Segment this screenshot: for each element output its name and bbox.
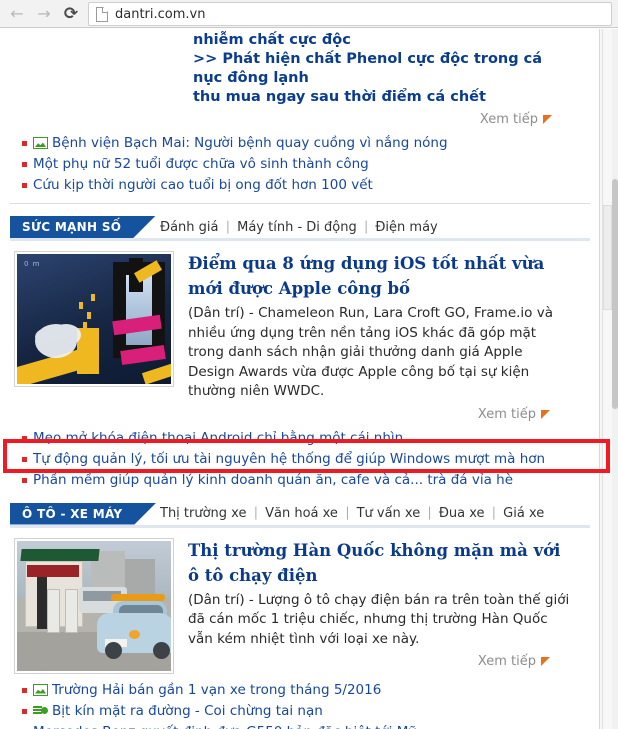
page-canvas: nhiễm chất cực độc >> Phát hiện chất Phe…: [0, 29, 600, 729]
reload-icon[interactable]: ⟳: [60, 3, 82, 25]
art-signboard: [27, 564, 79, 577]
link-separator: │: [490, 507, 498, 520]
address-bar[interactable]: dantri.com.vn: [88, 2, 612, 26]
read-more-label: Xem tiếp: [479, 112, 538, 127]
feature-body-auto: Thị trường Hàn Quốc không mặn mà với ô t…: [174, 538, 590, 674]
list-item-label: Bịt kín mặt ra đường - Coi chừng tai nạn: [52, 702, 323, 719]
sidebar-item-tu-van-xe[interactable]: Tư vấn xe: [357, 506, 421, 521]
tech-news-list: Mẹo mở khóa điện thoại Android chỉ bằng …: [8, 428, 592, 491]
list-item-label: Cứu kịp thời người cao tuổi bị ong đốt h…: [33, 177, 373, 193]
back-arrow-icon[interactable]: ←: [6, 3, 28, 25]
inner-scrollbar-thumb[interactable]: [603, 205, 612, 310]
art-shape-spark: [91, 294, 95, 301]
link-separator: │: [224, 220, 232, 234]
top-teaser-block: nhiễm chất cực độc >> Phát hiện chất Phe…: [8, 29, 592, 127]
list-item[interactable]: Một phụ nữ 52 tuổi được chữa vô sinh thà…: [22, 154, 592, 175]
forward-arrow-icon[interactable]: →: [33, 3, 55, 25]
feature-body-tech: Điểm qua 8 ứng dụng iOS tốt nhất vừa mới…: [174, 251, 590, 422]
section-links-tech: Đánh giá │ Máy tính - Di động │ Điện máy: [10, 216, 438, 238]
read-more-arrow-icon: [541, 657, 550, 666]
list-item-highlighted[interactable]: Phần mềm giúp quản lý kinh doanh quán ăn…: [22, 470, 592, 491]
list-item-label: Phần mềm giúp quản lý kinh doanh quán ăn…: [33, 471, 514, 488]
list-item-label: Mercedes-Benz quyết định đưa G550 bản đặ…: [33, 724, 416, 729]
read-more-arrow-icon: [541, 409, 550, 419]
list-item-label: Mẹo mở khóa điện thoại Android chỉ bằng …: [33, 429, 404, 446]
divider: [10, 203, 590, 204]
photo-icon: [33, 683, 48, 696]
sidebar-item-gia-xe[interactable]: Giá xe: [503, 506, 544, 521]
page-content: nhiễm chất cực độc >> Phát hiện chất Phe…: [0, 29, 600, 729]
list-item[interactable]: Mercedes-Benz quyết định đưa G550 bản đặ…: [22, 722, 592, 729]
art-building: [125, 558, 155, 595]
feature-title-tech[interactable]: Điểm qua 8 ứng dụng iOS tốt nhất vừa mới…: [188, 251, 572, 301]
link-separator: │: [362, 220, 370, 234]
read-more-link-tech[interactable]: Xem tiếp: [188, 407, 572, 422]
section-header-tech: SỨC MẠNH SỐ Đánh giá │ Máy tính - Di độn…: [10, 216, 590, 241]
browser-toolbar: ← → ⟳ dantri.com.vn: [0, 0, 618, 28]
list-item[interactable]: Mẹo mở khóa điện thoại Android chỉ bằng …: [22, 428, 592, 449]
feature-title-auto[interactable]: Thị trường Hàn Quốc không mặn mà với ô t…: [188, 538, 572, 588]
read-more-arrow-icon: [543, 115, 552, 124]
address-bar-url: dantri.com.vn: [115, 6, 206, 22]
teaser-line-2[interactable]: >> Phát hiện chất Phenol cực độc trong c…: [193, 50, 574, 88]
list-item[interactable]: Tự động quản lý, tối ưu tài nguyên hệ th…: [22, 449, 592, 470]
art-headlight: [129, 629, 140, 639]
art-shape-spark: [79, 302, 83, 309]
list-item[interactable]: Trường Hải bán gần 1 vạn xe trong tháng …: [22, 680, 592, 701]
link-separator: │: [343, 507, 351, 520]
feature-summary-tech: (Dân trí) - Chameleon Run, Lara Croft GO…: [188, 305, 553, 399]
read-more-link-auto[interactable]: Xem tiếp: [188, 654, 572, 669]
art-shape-yellow-2: [141, 363, 171, 384]
list-item-label: Tự động quản lý, tối ưu tài nguyên hệ th…: [33, 450, 546, 467]
section-header-auto: Ô TÔ - XE MÁY Thị trường xe │ Văn hoá xe…: [10, 503, 590, 528]
link-separator: │: [252, 507, 260, 520]
art-post: [37, 576, 47, 629]
health-news-list: Bệnh viện Bạch Mai: Người bệnh quay cuồn…: [8, 133, 592, 196]
read-more-label: Xem tiếp: [477, 654, 536, 669]
page-document-icon: [96, 6, 108, 22]
art-wheel: [153, 641, 170, 659]
read-more-label: Xem tiếp: [477, 406, 536, 422]
auto-news-list: Trường Hải bán gần 1 vạn xe trong tháng …: [8, 680, 592, 729]
game-screenshot-image: 0 m: [17, 254, 171, 384]
sidebar-item-van-hoa-xe[interactable]: Văn hoá xe: [265, 506, 338, 521]
art-roof-lamp: [111, 593, 165, 601]
feature-thumbnail-tech[interactable]: 0 m: [14, 251, 174, 387]
section-links-auto: Thị trường xe │ Văn hoá xe │ Tư vấn xe │…: [10, 503, 544, 525]
browser-scrollbar-thumb[interactable]: [612, 179, 618, 409]
video-icon: [33, 705, 48, 717]
list-item-label: Một phụ nữ 52 tuổi được chữa vô sinh thà…: [33, 156, 369, 172]
art-shape-smoke: [35, 324, 77, 358]
sidebar-item-danh-gia[interactable]: Đánh giá: [160, 220, 218, 235]
sidebar-item-thi-truong-xe[interactable]: Thị trường xe: [160, 506, 246, 521]
photo-icon: [33, 137, 48, 149]
feature-article-auto: Thị trường Hàn Quốc không mặn mà với ô t…: [14, 537, 590, 674]
teaser-line-1: nhiễm chất cực độc: [193, 32, 351, 48]
link-separator: │: [426, 507, 433, 520]
art-canopy: [20, 548, 100, 561]
list-item-label: Bệnh viện Bạch Mai: Người bệnh quay cuồn…: [52, 135, 448, 151]
thumb-hud-text: 0 m: [24, 260, 41, 268]
list-item[interactable]: Bệnh viện Bạch Mai: Người bệnh quay cuồn…: [22, 133, 592, 154]
art-charger: [65, 588, 78, 633]
art-shape-spark: [87, 312, 91, 319]
list-item[interactable]: Bịt kín mặt ra đường - Coi chừng tai nạn: [22, 701, 592, 722]
art-charger: [47, 588, 60, 633]
teaser-line-3[interactable]: thu mua ngay sau thời điểm cá chết: [193, 88, 574, 107]
art-wheel: [105, 641, 122, 659]
feature-summary-auto: (Dân trí) - Lượng ô tô chạy điện bán ra …: [188, 591, 570, 647]
read-more-link-top[interactable]: Xem tiếp: [193, 112, 574, 127]
sidebar-item-dien-may[interactable]: Điện máy: [375, 220, 437, 235]
art-shape-spark: [83, 322, 87, 329]
list-item-label: Trường Hải bán gần 1 vạn xe trong tháng …: [52, 681, 382, 698]
feature-article-tech: 0 m Điểm qua 8 ứng dụng iOS tốt nhất vừa…: [14, 251, 590, 422]
sidebar-item-may-tinh-di-dong[interactable]: Máy tính - Di động: [237, 220, 357, 235]
electric-car-photo: [17, 540, 171, 671]
feature-thumbnail-auto[interactable]: [14, 537, 174, 674]
page-viewport: nhiễm chất cực độc >> Phát hiện chất Phe…: [0, 29, 618, 729]
sidebar-item-dua-xe[interactable]: Đua xe: [439, 506, 485, 521]
list-item[interactable]: Cứu kịp thời người cao tuổi bị ong đốt h…: [22, 175, 592, 196]
